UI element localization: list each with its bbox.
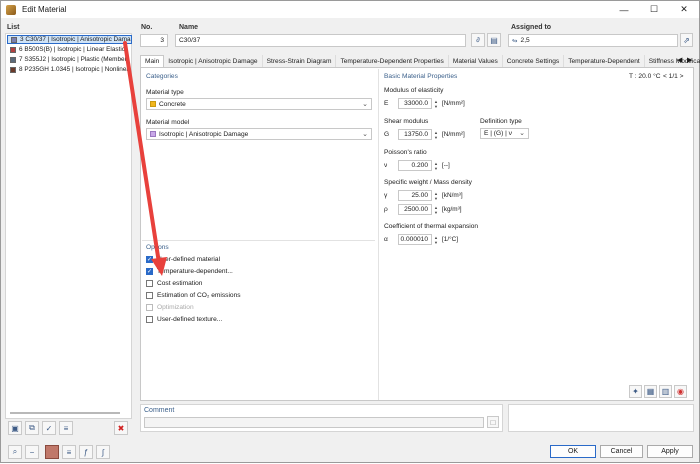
annotation-arrow bbox=[123, 41, 167, 276]
edit-material-window: Edit Material — ☐ ✕ List 3 C30/37 | Isot… bbox=[0, 0, 700, 463]
arrow-shaft bbox=[123, 41, 161, 265]
arrow-head bbox=[151, 257, 167, 276]
